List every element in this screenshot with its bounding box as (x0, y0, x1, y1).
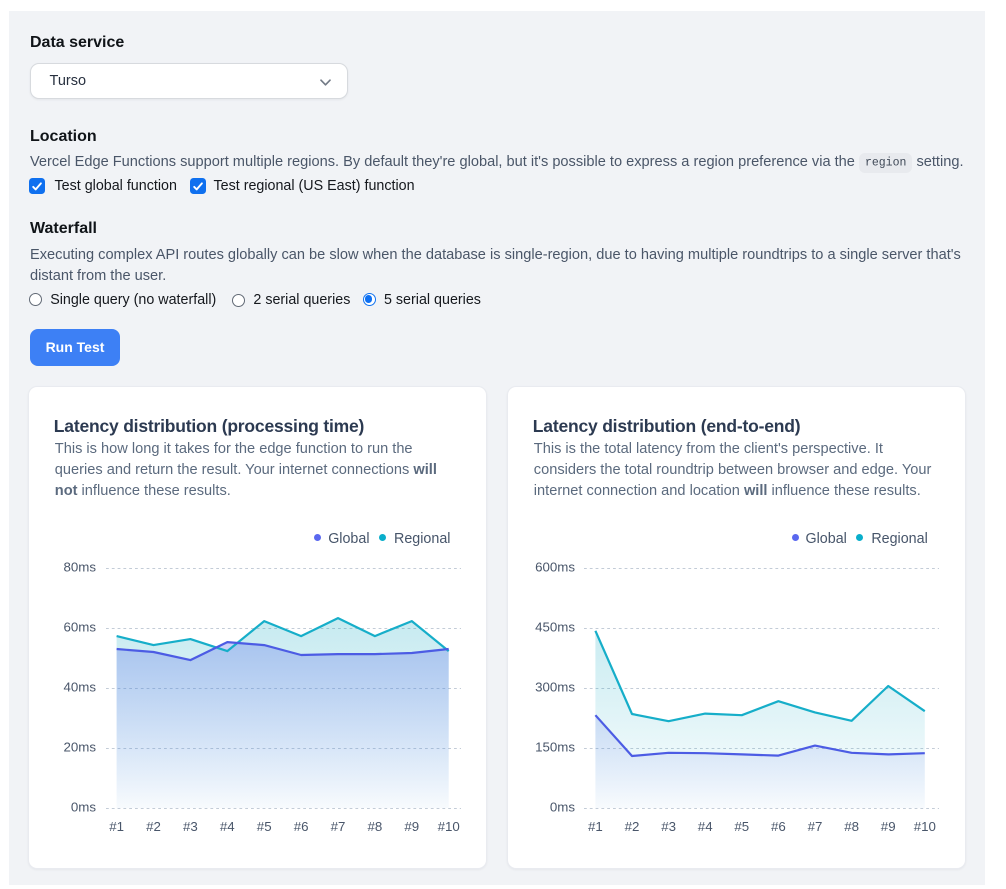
svg-text:#8: #8 (368, 819, 383, 834)
svg-text:#6: #6 (294, 819, 309, 834)
svg-text:#9: #9 (881, 819, 896, 834)
svg-text:#4: #4 (220, 819, 235, 834)
svg-text:#4: #4 (698, 819, 713, 834)
svg-text:20ms: 20ms (63, 740, 96, 755)
svg-text:#7: #7 (808, 819, 823, 834)
svg-text:600ms: 600ms (535, 560, 575, 575)
svg-text:#8: #8 (844, 819, 859, 834)
svg-text:40ms: 40ms (63, 680, 96, 695)
svg-text:#7: #7 (331, 819, 346, 834)
svg-text:450ms: 450ms (535, 620, 575, 635)
svg-text:#10: #10 (438, 819, 460, 834)
svg-text:#3: #3 (661, 819, 676, 834)
svg-text:#9: #9 (404, 819, 419, 834)
svg-text:150ms: 150ms (535, 740, 575, 755)
svg-text:#3: #3 (183, 819, 198, 834)
svg-text:300ms: 300ms (535, 680, 575, 695)
svg-text:0ms: 0ms (71, 800, 96, 815)
svg-text:#10: #10 (914, 819, 936, 834)
svg-text:0ms: 0ms (550, 800, 575, 815)
svg-text:#1: #1 (588, 819, 603, 834)
svg-text:80ms: 80ms (63, 560, 96, 575)
svg-text:#2: #2 (146, 819, 161, 834)
svg-text:#1: #1 (109, 819, 124, 834)
svg-text:60ms: 60ms (63, 620, 96, 635)
svg-text:#2: #2 (625, 819, 640, 834)
svg-text:#5: #5 (257, 819, 272, 834)
svg-text:#5: #5 (734, 819, 749, 834)
svg-text:#6: #6 (771, 819, 786, 834)
